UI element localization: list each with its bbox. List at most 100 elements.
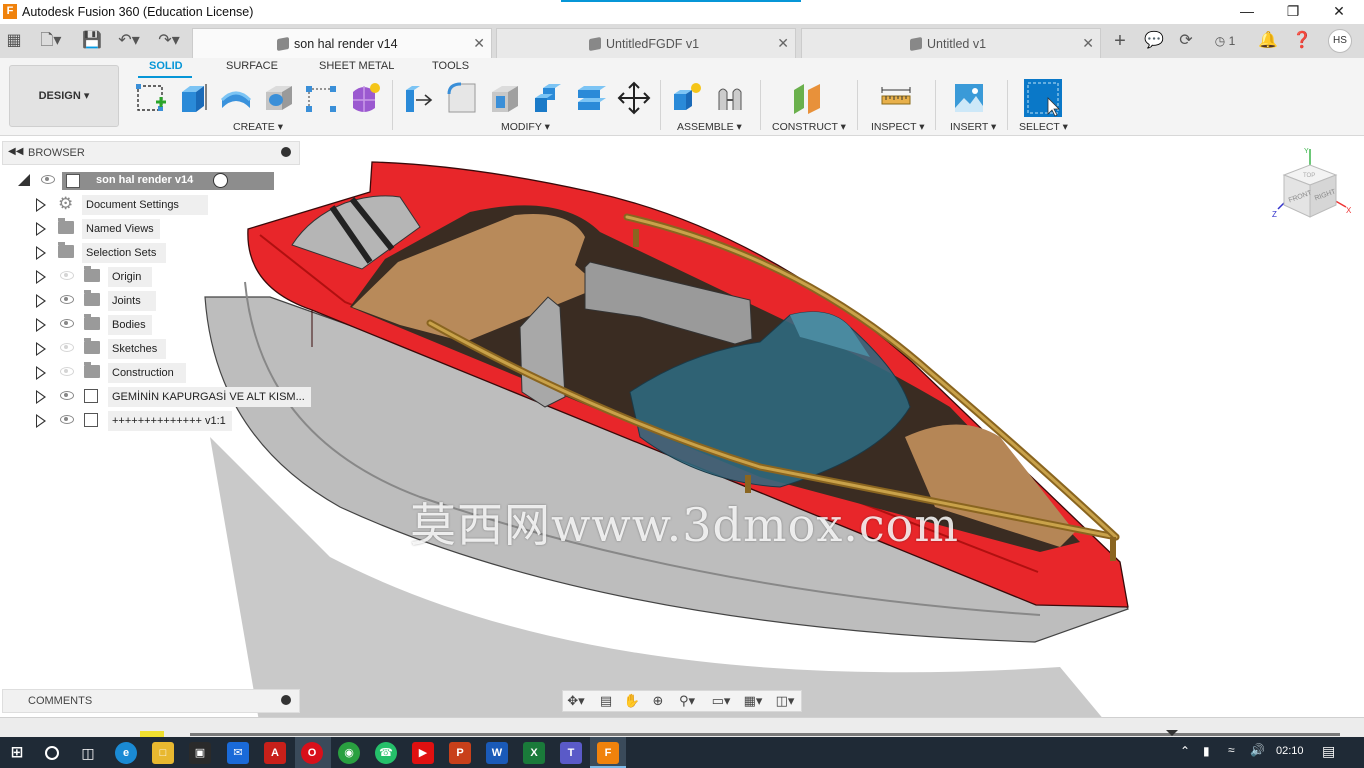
excel-icon[interactable]: X — [523, 742, 545, 764]
expand-triangle-icon[interactable] — [36, 222, 46, 236]
insert-image-icon[interactable] — [952, 80, 986, 116]
browser-item[interactable]: Construction — [36, 362, 306, 384]
minimize-button[interactable]: — — [1224, 0, 1270, 24]
close-tab-icon[interactable]: ✕ — [777, 35, 789, 52]
workspace-switcher[interactable]: DESIGN ▾ — [9, 65, 119, 127]
construct-group-label[interactable]: CONSTRUCT ▾ — [772, 121, 846, 133]
visibility-eye-icon[interactable] — [60, 367, 74, 376]
expand-triangle-icon[interactable] — [36, 318, 46, 332]
close-tab-icon[interactable]: ✕ — [1082, 35, 1094, 52]
browser-item[interactable]: Sketches — [36, 338, 306, 360]
create-form-icon[interactable] — [347, 80, 381, 116]
restore-button[interactable]: ❐ — [1270, 0, 1316, 24]
measure-icon[interactable] — [879, 80, 913, 116]
look-at-icon[interactable]: ▤ — [595, 693, 617, 709]
pattern-icon[interactable] — [304, 80, 338, 116]
visibility-eye-icon[interactable] — [60, 271, 74, 280]
browser-item[interactable]: ⚙ Document Settings — [36, 194, 306, 216]
browser-options-icon[interactable] — [281, 147, 291, 157]
notifications-icon[interactable]: ▤ — [1322, 743, 1335, 760]
pdf-reader-icon[interactable]: A — [264, 742, 286, 764]
browser-item[interactable]: Bodies — [36, 314, 306, 336]
orbit-icon[interactable]: ✥▾ — [565, 693, 587, 709]
tab-surface[interactable]: SURFACE — [226, 60, 278, 72]
user-avatar[interactable]: HS — [1328, 29, 1352, 53]
expand-triangle-icon[interactable] — [18, 174, 30, 186]
task-view-icon[interactable]: ◫ — [77, 742, 99, 764]
split-body-icon[interactable] — [574, 80, 608, 116]
fusion-taskbar-icon[interactable]: F — [597, 742, 619, 764]
revolve-icon[interactable] — [219, 80, 253, 116]
teams-icon[interactable]: T — [560, 742, 582, 764]
combine-icon[interactable] — [531, 80, 565, 116]
browser-item[interactable]: Joints — [36, 290, 306, 312]
store-icon[interactable]: ▣ — [189, 742, 211, 764]
tab-untitled[interactable]: Untitled v1 ✕ — [801, 28, 1101, 58]
offset-plane-icon[interactable] — [790, 80, 824, 116]
notification-bell-icon[interactable]: 🔔 — [1256, 29, 1280, 53]
tab-solid[interactable]: SOLID — [149, 60, 183, 72]
pan-hand-icon[interactable]: ✋ — [621, 693, 643, 709]
opera-icon[interactable]: O — [301, 742, 323, 764]
expand-triangle-icon[interactable] — [36, 198, 46, 212]
chrome-icon[interactable]: ◉ — [338, 742, 360, 764]
browser-item[interactable]: GEMİNİN KAPURGASİ VE ALT KISM... — [36, 386, 311, 408]
viewports-icon[interactable]: ◫▾ — [771, 693, 799, 709]
browser-root-row[interactable]: son hal render v14 — [18, 170, 298, 192]
collapse-browser-icon[interactable]: ◀◀ — [8, 146, 23, 157]
press-pull-icon[interactable] — [402, 80, 436, 116]
tab-tools[interactable]: TOOLS — [432, 60, 469, 72]
grid-settings-icon[interactable]: ▦▾ — [739, 693, 767, 709]
select-icon[interactable] — [1023, 78, 1063, 118]
hole-icon[interactable] — [262, 80, 296, 116]
browser-item[interactable]: ++++++++++++++ v1:1 — [36, 410, 306, 432]
extrude-icon[interactable] — [176, 80, 210, 116]
viewcube[interactable]: FRONT RIGHT TOP Y X Z — [1272, 145, 1354, 227]
chat-icon[interactable]: 💬 — [1142, 29, 1166, 53]
visibility-eye-icon[interactable] — [60, 295, 74, 304]
extensions-icon[interactable]: ⟳ — [1174, 29, 1198, 53]
fillet-icon[interactable] — [445, 80, 479, 116]
visibility-eye-icon[interactable] — [41, 175, 55, 184]
visibility-eye-icon[interactable] — [60, 319, 74, 328]
help-icon[interactable]: ❓ — [1290, 29, 1314, 53]
fit-icon[interactable]: ⚲▾ — [673, 693, 701, 709]
display-settings-icon[interactable]: ▭▾ — [707, 693, 735, 709]
search-icon[interactable] — [45, 746, 59, 760]
tab-sheet-metal[interactable]: SHEET METAL — [319, 60, 394, 72]
browser-item[interactable]: Named Views — [36, 218, 306, 240]
activate-radio-icon[interactable] — [213, 173, 228, 188]
joint-icon[interactable] — [713, 80, 747, 116]
insert-group-label[interactable]: INSERT ▾ — [950, 121, 996, 133]
expand-triangle-icon[interactable] — [36, 342, 46, 356]
mail-icon[interactable]: ✉ — [227, 742, 249, 764]
taskbar-clock[interactable]: 02:10 — [1276, 745, 1304, 757]
timeline-features[interactable] — [0, 718, 1364, 738]
word-icon[interactable]: W — [486, 742, 508, 764]
app-grid-icon[interactable]: ▦ — [2, 29, 26, 53]
close-tab-icon[interactable]: ✕ — [473, 35, 485, 52]
select-group-label[interactable]: SELECT ▾ — [1019, 121, 1068, 133]
browser-item[interactable]: Origin — [36, 266, 306, 288]
expand-triangle-icon[interactable] — [36, 294, 46, 308]
whatsapp-icon[interactable]: ☎ — [375, 742, 397, 764]
zoom-icon[interactable]: ⊕ — [647, 693, 669, 709]
move-copy-icon[interactable] — [617, 80, 651, 116]
battery-icon[interactable]: ▮ — [1203, 744, 1210, 758]
wifi-icon[interactable]: ≈ — [1228, 743, 1235, 757]
close-window-button[interactable]: ✕ — [1316, 0, 1362, 24]
powerpoint-icon[interactable]: P — [449, 742, 471, 764]
tab-son-hal-render[interactable]: son hal render v14 ✕ — [192, 28, 492, 58]
volume-icon[interactable]: 🔊 — [1250, 743, 1265, 757]
shell-icon[interactable] — [488, 80, 522, 116]
youtube-icon[interactable]: ▶ — [412, 742, 434, 764]
comments-panel[interactable]: COMMENTS — [2, 689, 300, 713]
undo-icon[interactable]: ↶▾ — [114, 29, 144, 53]
visibility-eye-icon[interactable] — [60, 391, 74, 400]
redo-icon[interactable]: ↷▾ — [154, 29, 184, 53]
save-icon[interactable]: 💾 — [80, 29, 104, 53]
modify-group-label[interactable]: MODIFY ▾ — [501, 121, 550, 133]
expand-triangle-icon[interactable] — [36, 390, 46, 404]
file-menu-icon[interactable]: 🗋▾ — [36, 29, 66, 53]
tray-chevron-icon[interactable]: ⌃ — [1180, 744, 1190, 758]
